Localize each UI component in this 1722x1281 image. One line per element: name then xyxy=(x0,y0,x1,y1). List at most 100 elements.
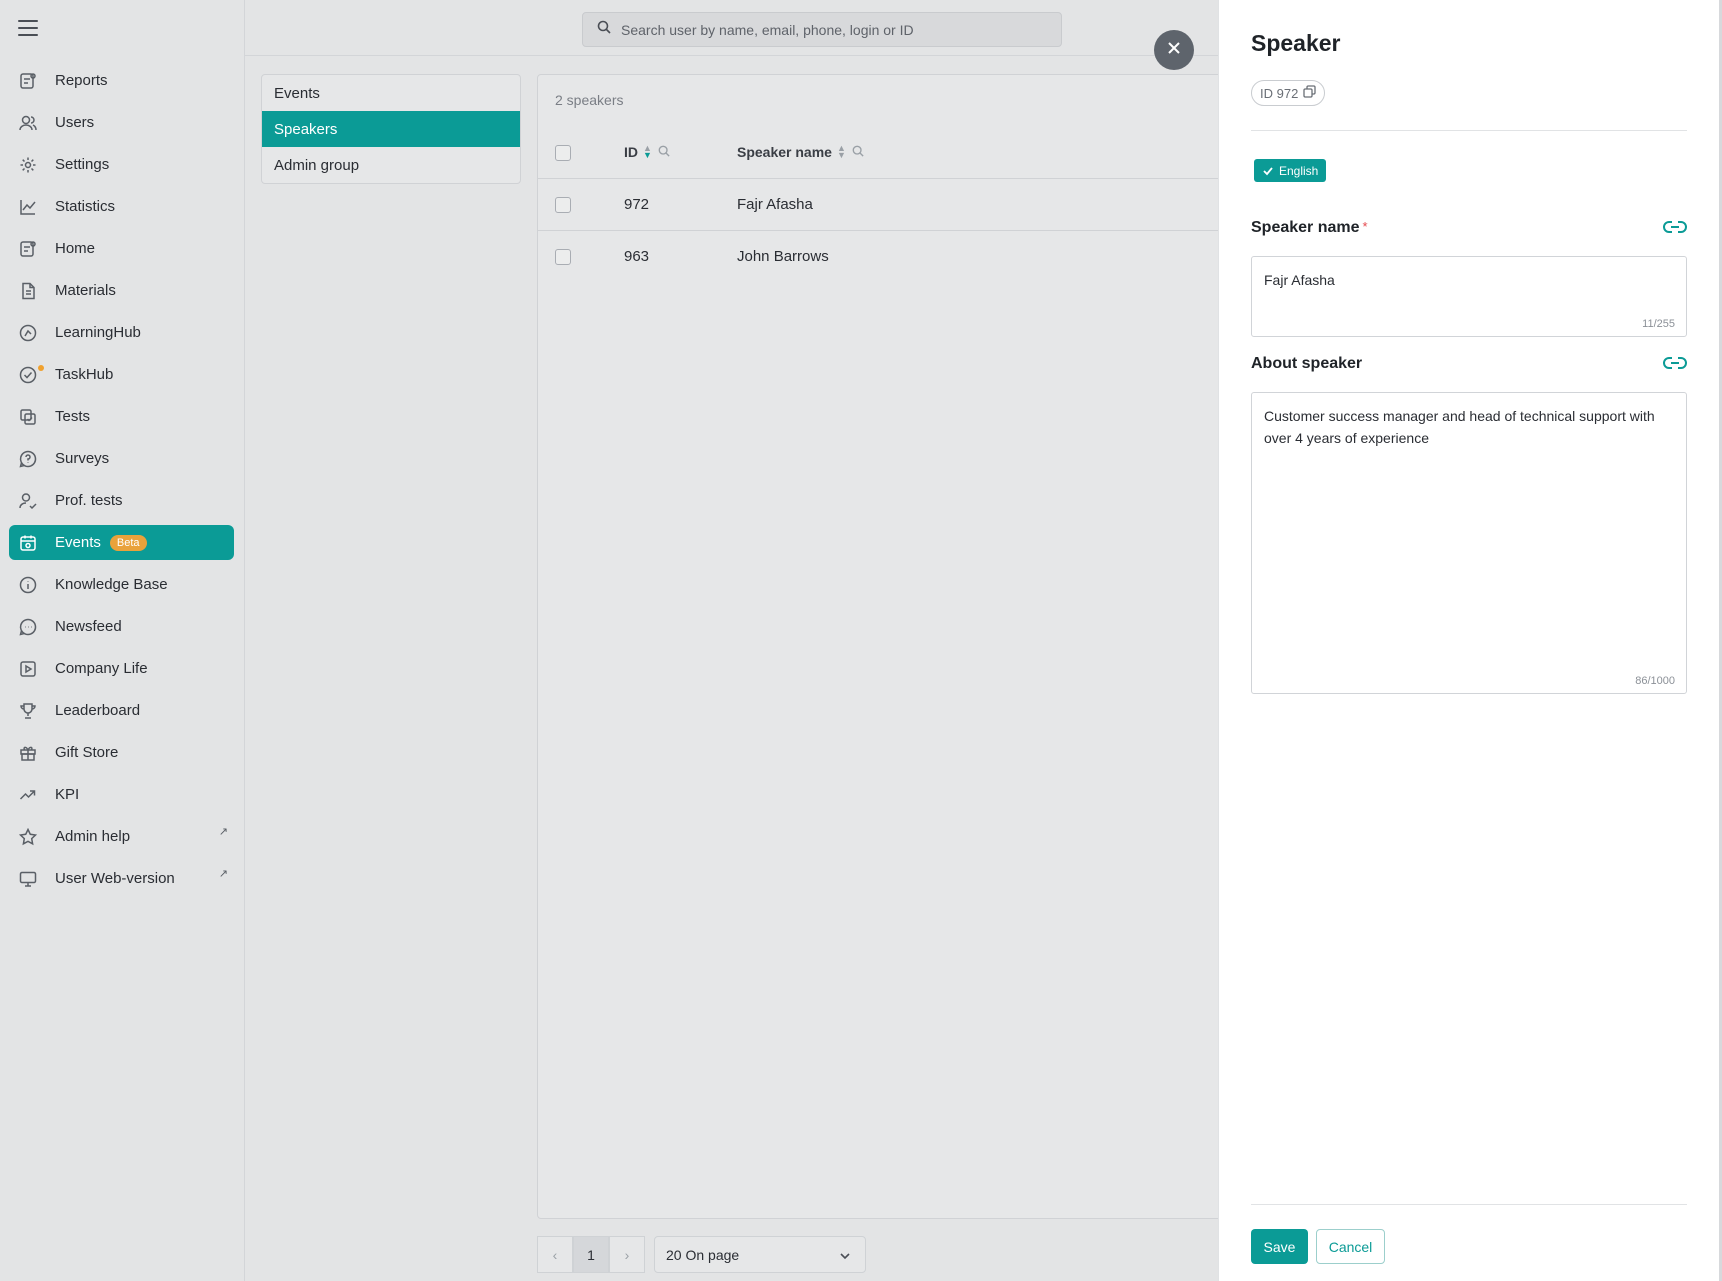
column-header-speaker-name[interactable]: Speaker name ▲ ▼ xyxy=(737,144,864,160)
link-icon[interactable] xyxy=(1663,218,1687,241)
row-id: 963 xyxy=(624,248,650,265)
sidebar-item-label: Surveys xyxy=(55,450,110,467)
table-row[interactable]: 972 Fajr Afasha xyxy=(538,179,1236,231)
row-id: 972 xyxy=(624,196,650,213)
learninghub-icon xyxy=(18,323,38,343)
external-link-icon: ↗ xyxy=(218,868,228,880)
sidebar-item-label: Tests xyxy=(55,408,91,425)
topbar xyxy=(245,0,1245,56)
search-box[interactable] xyxy=(582,12,1062,47)
sidebar-item-gift-store[interactable]: Gift Store xyxy=(9,735,234,770)
sidebar-item-surveys[interactable]: Surveys xyxy=(9,441,234,476)
sidebar-item-learninghub[interactable]: LearningHub xyxy=(9,315,234,350)
sidebar-item-home[interactable]: Home xyxy=(9,231,234,266)
sort-icon[interactable]: ▲ ▼ xyxy=(643,144,652,160)
reports-icon xyxy=(18,71,38,91)
page-number-button[interactable]: 1 xyxy=(573,1236,609,1273)
tests-icon xyxy=(18,407,38,427)
search-icon xyxy=(597,20,611,39)
sidebar-item-label: Admin help xyxy=(55,828,131,845)
column-header-id[interactable]: ID ▲ ▼ xyxy=(624,144,670,160)
chevron-down-icon xyxy=(839,1249,851,1265)
prev-page-button[interactable]: ‹ xyxy=(537,1236,573,1273)
sidebar-item-label: Company Life xyxy=(55,660,148,677)
subnav-item-events[interactable]: Events xyxy=(262,75,520,111)
close-drawer-button[interactable] xyxy=(1154,30,1194,70)
sort-icon[interactable]: ▲ ▼ xyxy=(837,144,846,160)
column-label: Speaker name xyxy=(737,144,832,160)
language-label: English xyxy=(1279,163,1319,178)
divider xyxy=(1251,130,1687,131)
subnav-item-admin-group[interactable]: Admin group xyxy=(262,147,520,183)
speakers-count: 2 speakers xyxy=(555,92,624,108)
sidebar-item-label: Gift Store xyxy=(55,744,119,761)
save-button[interactable]: Save xyxy=(1251,1229,1308,1264)
id-chip[interactable]: ID 972 xyxy=(1251,80,1326,106)
speaker-name-label: Speaker name * xyxy=(1251,219,1368,237)
pagination: ‹ 1 › 20 On page xyxy=(537,1236,866,1273)
per-page-value: 20 On page xyxy=(666,1246,740,1263)
sidebar-item-company-life[interactable]: Company Life xyxy=(9,651,234,686)
sidebar-item-newsfeed[interactable]: Newsfeed xyxy=(9,609,234,644)
trend-icon xyxy=(18,785,38,805)
sidebar-item-kpi[interactable]: KPI xyxy=(9,777,234,812)
table-row[interactable]: 963 John Barrows xyxy=(538,231,1236,283)
sidebar-item-label: Statistics xyxy=(55,198,116,215)
sidebar-item-leaderboard[interactable]: Leaderboard xyxy=(9,693,234,728)
column-search-icon[interactable] xyxy=(852,144,864,160)
sidebar-item-reports[interactable]: Reports xyxy=(9,63,234,98)
sidebar-item-label: LearningHub xyxy=(55,324,141,341)
language-chip-english[interactable]: English xyxy=(1254,159,1327,182)
sidebar-item-label: Home xyxy=(55,240,96,257)
chat-icon xyxy=(18,617,38,637)
menu-icon[interactable] xyxy=(18,20,38,40)
sidebar-item-events[interactable]: Events Beta xyxy=(9,525,234,560)
document-icon xyxy=(18,281,38,301)
row-checkbox[interactable] xyxy=(555,197,571,213)
about-speaker-field[interactable]: Customer success manager and head of tec… xyxy=(1251,392,1687,694)
link-icon[interactable] xyxy=(1663,354,1687,377)
sidebar-nav: Reports Users Settings Statistics Home M… xyxy=(9,63,234,903)
sidebar-item-prof-tests[interactable]: Prof. tests xyxy=(9,483,234,518)
sidebar-item-label: Newsfeed xyxy=(55,618,122,635)
users-icon xyxy=(18,113,38,133)
sidebar: Reports Users Settings Statistics Home M… xyxy=(0,0,245,1281)
sidebar-item-statistics[interactable]: Statistics xyxy=(9,189,234,224)
select-all-checkbox[interactable] xyxy=(555,145,571,161)
sidebar-item-materials[interactable]: Materials xyxy=(9,273,234,308)
sidebar-item-label: Settings xyxy=(55,156,110,173)
speaker-name-counter: 11/255 xyxy=(1642,318,1675,330)
info-icon xyxy=(18,575,38,595)
sidebar-item-settings[interactable]: Settings xyxy=(9,147,234,182)
required-marker: * xyxy=(1362,219,1368,234)
subnav-item-speakers[interactable]: Speakers xyxy=(262,111,520,147)
sidebar-item-admin-help[interactable]: Admin help ↗ xyxy=(9,819,234,854)
taskhub-icon xyxy=(18,365,38,385)
about-speaker-value[interactable]: Customer success manager and head of tec… xyxy=(1264,405,1662,449)
sidebar-item-users[interactable]: Users xyxy=(9,105,234,140)
sidebar-item-taskhub[interactable]: TaskHub xyxy=(9,357,234,392)
sidebar-item-user-web-version[interactable]: User Web-version ↗ xyxy=(9,861,234,896)
column-search-icon[interactable] xyxy=(658,144,670,160)
monitor-icon xyxy=(18,869,38,889)
speaker-name-value[interactable]: Fajr Afasha xyxy=(1264,269,1662,291)
events-subnav: Events Speakers Admin group xyxy=(261,74,521,184)
drawer-title: Speaker xyxy=(1251,30,1341,56)
cancel-button[interactable]: Cancel xyxy=(1316,1229,1385,1264)
sidebar-item-label: Events xyxy=(55,534,101,551)
copy-icon[interactable] xyxy=(1303,85,1316,101)
speaker-name-field[interactable]: Fajr Afasha 11/255 xyxy=(1251,256,1687,337)
sidebar-item-knowledge-base[interactable]: Knowledge Base xyxy=(9,567,234,602)
search-input[interactable] xyxy=(621,21,1041,38)
row-checkbox[interactable] xyxy=(555,249,571,265)
close-icon xyxy=(1166,40,1182,61)
sidebar-item-label: KPI xyxy=(55,786,80,803)
play-icon xyxy=(18,659,38,679)
sidebar-item-tests[interactable]: Tests xyxy=(9,399,234,434)
per-page-select[interactable]: 20 On page xyxy=(654,1236,866,1273)
next-page-button[interactable]: › xyxy=(609,1236,645,1273)
sidebar-item-label: User Web-version xyxy=(55,870,175,887)
table-header: ID ▲ ▼ Speaker name ▲ ▼ xyxy=(538,127,1236,179)
external-link-icon: ↗ xyxy=(218,826,228,838)
chart-line-icon xyxy=(18,197,38,217)
